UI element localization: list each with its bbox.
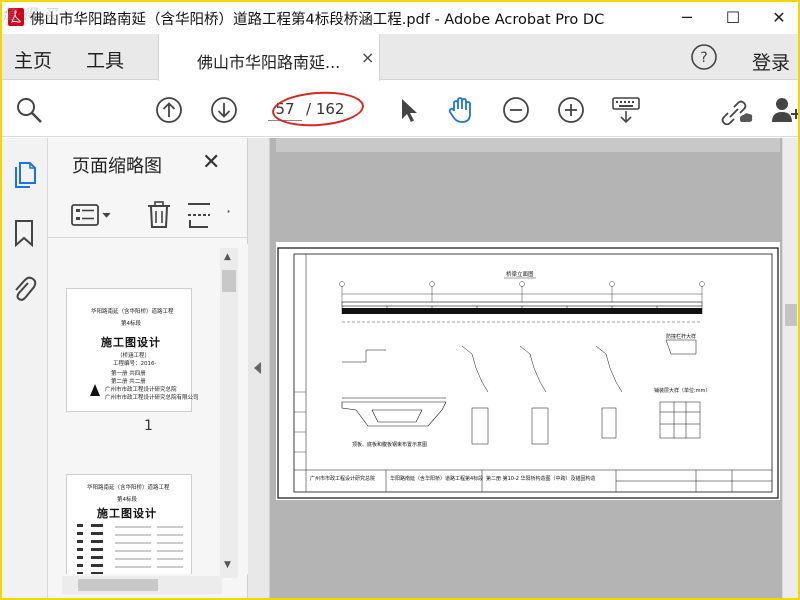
share-link-icon[interactable] [718,95,754,125]
thumb-text: 广州市市政工程设计研究总院有限公司 [105,395,199,401]
thumbnail-page-number: 1 [144,418,153,434]
scroll-up-arrow-icon[interactable]: ▲ [224,252,231,262]
title-block-project: 华阳路南延（含华阳桥）道路工程第4标段 [390,475,483,482]
pavement-detail-label: 铺装层大样（单位:mm） [654,387,710,394]
thumb-text: （桥涵工程） [117,353,151,359]
thumbnails-hscroll-thumb[interactable] [78,579,158,591]
railing-detail-label: 防撞栏杆大样 [666,333,696,340]
next-page-icon[interactable] [209,95,239,125]
page-total-label: / 162 [306,100,345,118]
page-thumbnail-2[interactable]: 华阳路南延（含华阳桥）道路工程 第4标段 施工图设计 [66,474,192,574]
menu-tools-tab[interactable]: 工具 [86,46,124,73]
title-block-company: 广州市市政工程设计研究总院 [310,475,375,482]
previous-page-edge [276,138,780,152]
scroll-down-arrow-icon[interactable]: ▼ [224,560,231,570]
menu-bar: 主页 工具 佛山市华阳路南延... × ? 登录 [0,34,800,81]
watermark-text: 值·得·买 [2,7,58,23]
company-logo-icon [90,384,100,396]
document-tab[interactable]: 佛山市华阳路南延... × [158,34,380,81]
tendon-layout-label: 顶板、底板和腹板钢束布置示意图 [352,441,427,448]
keyboard-icon[interactable] [611,95,641,125]
thumb-text: 华阳路南延（含华阳桥）道路工程 [87,485,170,491]
bookmarks-icon[interactable] [10,218,38,248]
panel-close-icon[interactable]: ✕ [202,150,220,175]
minimize-button[interactable]: ─ [664,0,710,34]
attachments-icon[interactable] [10,274,38,304]
pdf-page[interactable]: 桥梁立面图 防撞栏杆大样 顶板、底板和腹板钢束布置示意图 铺装层大样（单位:mm… [276,242,780,500]
page-thumbnail-1[interactable]: 华阳路南延（含华阳桥）道路工程 第4标段 施工图设计 （桥涵工程） 工程编号：2… [66,288,199,412]
thumbnails-list: 华阳路南延（含华阳桥）道路工程 第4标段 施工图设计 （桥涵工程） 工程编号：2… [48,244,248,574]
help-icon[interactable]: ? [690,43,718,71]
menu-home-tab[interactable]: 主页 [14,46,52,73]
toolbar: / 162 [0,81,800,137]
thumb-text: 第一册 共四册 [111,371,146,377]
panel-title: 页面缩略图 [72,156,162,177]
engineering-drawing: 桥梁立面图 防撞栏杆大样 顶板、底板和腹板钢束布置示意图 铺装层大样（单位:mm… [277,247,779,499]
zoom-out-icon[interactable] [501,95,531,125]
elevation-title: 桥梁立面图 [506,270,534,278]
page-thumbnails-icon[interactable] [10,160,38,190]
window-title: 佛山市华阳路南延（含华阳桥）道路工程第4标段桥涵工程.pdf - Adobe A… [30,12,605,28]
thumb-text: 广州市市政工程设计研究总院 [105,387,177,393]
thumbnails-scroll-thumb[interactable] [222,270,236,292]
search-icon[interactable] [14,95,44,125]
document-tab-close-icon[interactable]: × [361,48,374,67]
delete-icon[interactable] [144,200,174,230]
hand-tool-icon[interactable] [446,95,476,125]
panel-toolbar: · [48,194,248,238]
rotate-page-icon[interactable] [184,200,214,230]
thumb-heading: 施工图设计 [101,336,161,349]
previous-page-icon[interactable] [154,95,184,125]
panel-collapse-handle[interactable] [248,138,270,600]
next-page-area [276,500,780,600]
thumb-text: 第二册 共二册 [111,379,146,385]
thumbnail-options-icon[interactable] [70,200,114,230]
thumb-text: 第4标段 [117,497,137,503]
left-nav-rail [0,138,48,600]
document-view[interactable]: 桥梁立面图 防撞栏杆大样 顶板、底板和腹板钢束布置示意图 铺装层大样（单位:mm… [270,138,782,600]
login-button[interactable]: 登录 [752,48,790,75]
zoom-in-icon[interactable] [556,95,586,125]
document-scroll-thumb[interactable] [785,304,797,326]
document-tab-label: 佛山市华阳路南延... [197,53,341,72]
title-bar: 值·得·买 佛山市华阳路南延（含华阳桥）道路工程第4标段桥涵工程.pdf - A… [0,0,800,34]
select-cursor-icon[interactable] [394,95,424,125]
svg-text:?: ? [700,50,707,66]
title-block-drawing-name: 第二册 第10-2 华阳桥构造图（中跨）及锚固构造 [486,475,596,482]
thumb-text: 工程编号：2016- [113,361,157,367]
thumbnails-horizontal-scrollbar[interactable] [62,576,222,594]
collapse-arrow-icon[interactable] [254,362,261,374]
thumb-heading: 施工图设计 [97,507,157,520]
thumb-text: 第4标段 [121,321,141,327]
maximize-button[interactable]: ☐ [710,0,756,34]
document-scrollbar[interactable] [782,138,798,600]
add-user-icon[interactable] [770,95,800,125]
thumbnails-scrollbar[interactable]: ▲ ▼ [220,248,238,578]
page-thumbnails-panel: 页面缩略图 ✕ · 华阳路南延（含华阳桥）道路工程 第4标段 施工图设计 （桥涵… [48,138,248,600]
page-number-input[interactable] [268,97,302,121]
close-button[interactable]: ✕ [756,0,800,34]
thumbnail-table-lines [77,524,183,574]
thumb-text: 华阳路南延（含华阳桥）道路工程 [91,309,174,315]
